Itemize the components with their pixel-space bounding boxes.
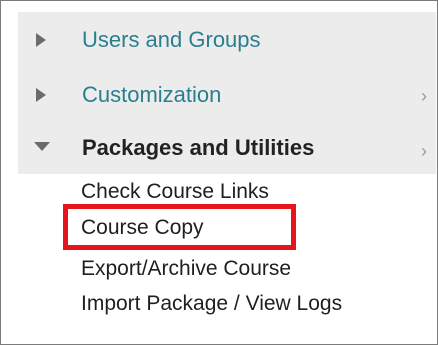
triangle-right-icon[interactable] — [36, 88, 46, 102]
triangle-down-icon[interactable] — [34, 142, 50, 151]
highlight-annotation-box — [63, 204, 296, 250]
triangle-right-icon[interactable] — [36, 33, 46, 47]
chevron-right-icon[interactable]: › — [421, 142, 427, 160]
chevron-right-icon[interactable]: › — [421, 87, 427, 105]
submenu-item-import-package[interactable]: Import Package / View Logs — [81, 291, 342, 317]
submenu-item-export-archive-course[interactable]: Export/Archive Course — [81, 256, 291, 282]
menu-section-users-and-groups[interactable]: Users and Groups — [18, 12, 436, 72]
menu-section-label[interactable]: Customization — [82, 81, 221, 109]
menu-section-label[interactable]: Users and Groups — [82, 26, 261, 54]
menu-section-label[interactable]: Packages and Utilities — [82, 134, 314, 162]
submenu-item-check-course-links[interactable]: Check Course Links — [81, 179, 269, 205]
course-management-panel: Users and Groups Customization › Package… — [0, 0, 438, 345]
menu-section-packages-and-utilities[interactable]: Packages and Utilities › — [18, 122, 436, 175]
menu-section-customization[interactable]: Customization › — [18, 67, 436, 127]
